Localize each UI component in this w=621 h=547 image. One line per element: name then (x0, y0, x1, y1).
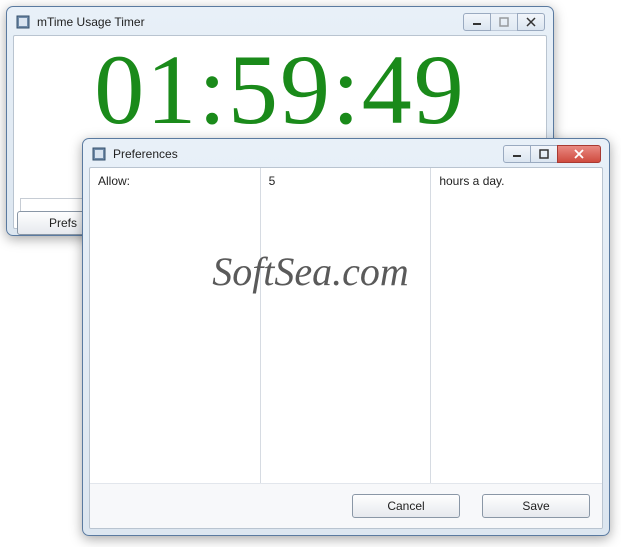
close-icon (573, 149, 585, 159)
hours-suffix: hours a day. (431, 168, 602, 483)
minimize-icon (512, 149, 522, 159)
minimize-icon (472, 17, 482, 27)
close-button[interactable] (557, 145, 601, 163)
app-icon (91, 146, 107, 162)
timer-display: 01:59:49 (20, 40, 540, 140)
prefs-button-row: Cancel Save (90, 483, 602, 528)
maximize-icon (499, 17, 509, 27)
window-controls-prefs (504, 145, 601, 163)
maximize-button (490, 13, 518, 31)
close-icon (526, 17, 536, 27)
hours-value-cell[interactable]: 5 (261, 168, 432, 483)
hours-value: 5 (269, 174, 276, 188)
window-controls-main (464, 13, 545, 31)
titlebar-prefs[interactable]: Preferences (89, 145, 603, 167)
prefs-client-area: Allow: 5 hours a day. Cancel Save (89, 167, 603, 529)
window-title: mTime Usage Timer (37, 15, 464, 29)
minimize-button[interactable] (503, 145, 531, 163)
save-button[interactable]: Save (482, 494, 590, 518)
cancel-button[interactable]: Cancel (352, 494, 460, 518)
maximize-button[interactable] (530, 145, 558, 163)
maximize-icon (539, 149, 549, 159)
window-title: Preferences (113, 147, 504, 161)
titlebar-main[interactable]: mTime Usage Timer (13, 13, 547, 35)
allow-label: Allow: (90, 168, 261, 483)
prefs-grid: Allow: 5 hours a day. (90, 168, 602, 483)
close-button[interactable] (517, 13, 545, 31)
preferences-window: Preferences Allow: 5 hours a day. Cancel… (82, 138, 610, 536)
minimize-button[interactable] (463, 13, 491, 31)
app-icon (15, 14, 31, 30)
